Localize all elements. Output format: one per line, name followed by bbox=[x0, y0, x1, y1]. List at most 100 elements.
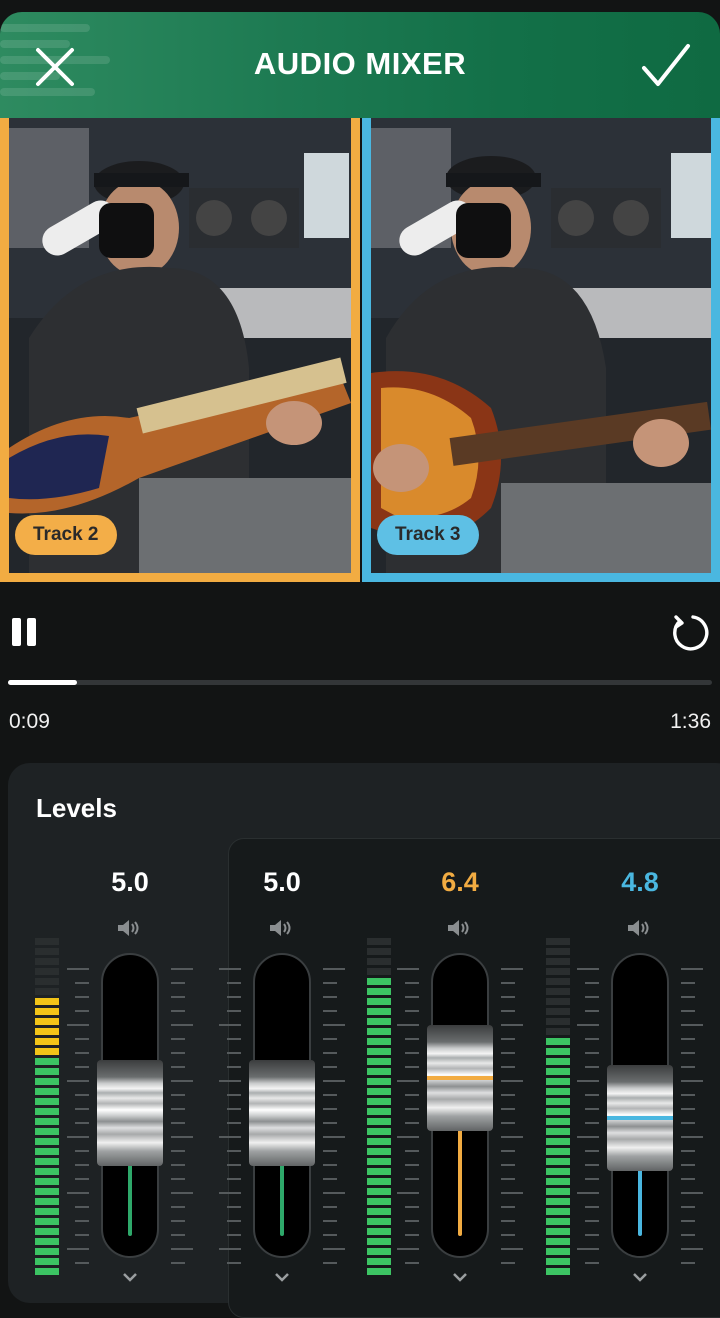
fader-tick bbox=[323, 1094, 337, 1096]
fader-tick bbox=[67, 1248, 89, 1250]
fader-tick bbox=[405, 1150, 419, 1152]
fader-tick bbox=[397, 1136, 419, 1138]
fader-tick bbox=[171, 1248, 193, 1250]
meter-segment bbox=[367, 968, 391, 975]
video-tile-track-2[interactable]: Track 2 bbox=[0, 118, 360, 582]
fader-tick bbox=[681, 1066, 695, 1068]
fader-tick bbox=[171, 1150, 185, 1152]
chevron-down-icon[interactable] bbox=[632, 1269, 648, 1282]
meter-segment bbox=[35, 1248, 59, 1255]
chevron-down-icon[interactable] bbox=[452, 1269, 468, 1282]
fader-tick bbox=[681, 1108, 695, 1110]
speaker-icon[interactable] bbox=[116, 918, 144, 938]
fader-tick bbox=[171, 1052, 185, 1054]
fader-tick bbox=[171, 1066, 185, 1068]
pause-button[interactable] bbox=[12, 618, 38, 648]
fader-tick bbox=[681, 1220, 695, 1222]
fader-tick bbox=[323, 1024, 345, 1026]
fader-tick bbox=[67, 1192, 89, 1194]
meter-segment bbox=[367, 938, 391, 945]
fader-knob[interactable] bbox=[97, 1060, 163, 1166]
speaker-icon[interactable] bbox=[268, 918, 296, 938]
fader-tick bbox=[501, 1024, 523, 1026]
fader-tick bbox=[585, 1010, 599, 1012]
track-label[interactable]: Track 2 bbox=[15, 515, 117, 555]
playback-scrubber[interactable] bbox=[8, 680, 712, 685]
meter-segment bbox=[35, 1258, 59, 1265]
fader-tick bbox=[171, 1262, 185, 1264]
fader-scale bbox=[65, 968, 89, 1268]
meter-segment bbox=[35, 1238, 59, 1245]
fader-tick bbox=[171, 1010, 185, 1012]
fader-tick bbox=[227, 1052, 241, 1054]
fader-tick bbox=[75, 1010, 89, 1012]
fader-tick bbox=[171, 996, 185, 998]
fader-tick bbox=[585, 1150, 599, 1152]
track-label[interactable]: Track 3 bbox=[377, 515, 479, 555]
fader-tick bbox=[681, 1094, 695, 1096]
fader-tick bbox=[501, 1094, 515, 1096]
meter-segment bbox=[546, 958, 570, 965]
video-tile-track-3[interactable]: Track 3 bbox=[362, 118, 720, 582]
meter-segment bbox=[35, 998, 59, 1005]
meter-segment bbox=[35, 1158, 59, 1165]
fader-tick bbox=[75, 996, 89, 998]
meter-segment bbox=[367, 1008, 391, 1015]
restart-button[interactable] bbox=[668, 612, 710, 654]
fader-tick bbox=[397, 1248, 419, 1250]
meter-segment bbox=[367, 1238, 391, 1245]
meter-segment bbox=[546, 1198, 570, 1205]
meter-segment bbox=[367, 988, 391, 995]
fader-knob[interactable] bbox=[427, 1025, 493, 1131]
fader-tick bbox=[681, 1038, 695, 1040]
meter-segment bbox=[367, 1128, 391, 1135]
confirm-button[interactable] bbox=[640, 42, 692, 92]
fader-tick bbox=[501, 1220, 515, 1222]
chevron-down-icon[interactable] bbox=[122, 1269, 138, 1282]
page-title: AUDIO MIXER bbox=[253, 46, 467, 81]
fader-tick bbox=[405, 1038, 419, 1040]
fader-tick bbox=[501, 1066, 515, 1068]
meter-segment bbox=[367, 1208, 391, 1215]
fader-tick bbox=[171, 1234, 185, 1236]
fader-tick bbox=[585, 1220, 599, 1222]
fader-tick bbox=[501, 1136, 523, 1138]
fader-tick bbox=[585, 1052, 599, 1054]
fader-tick bbox=[227, 1066, 241, 1068]
fader-knob[interactable] bbox=[249, 1060, 315, 1166]
fader-tick bbox=[227, 1108, 241, 1110]
channel-level-value: 4.8 bbox=[621, 867, 659, 897]
fader-tick bbox=[323, 996, 337, 998]
speaker-icon[interactable] bbox=[446, 918, 474, 938]
meter-segment bbox=[367, 1068, 391, 1075]
fader-tick bbox=[501, 1206, 515, 1208]
fader-tick bbox=[227, 982, 241, 984]
fader-tick bbox=[405, 1164, 419, 1166]
meter-segment bbox=[367, 978, 391, 985]
total-time: 1:36 bbox=[670, 710, 711, 733]
fader-tick bbox=[681, 1136, 703, 1138]
video-grid: Track 2 Track 3 bbox=[0, 118, 720, 582]
fader-tick bbox=[585, 1122, 599, 1124]
fader-tick bbox=[405, 1262, 419, 1264]
channel-level-value: 6.4 bbox=[441, 867, 479, 897]
fader-tick bbox=[681, 1150, 695, 1152]
fader-tick bbox=[577, 1024, 599, 1026]
meter-segment bbox=[35, 1208, 59, 1215]
fader-tick bbox=[323, 1010, 337, 1012]
fader-tick bbox=[75, 1122, 89, 1124]
fader-tick bbox=[501, 1192, 523, 1194]
chevron-down-icon[interactable] bbox=[274, 1269, 290, 1282]
meter-segment bbox=[35, 1018, 59, 1025]
fader-scale bbox=[501, 968, 525, 1268]
fader-knob[interactable] bbox=[607, 1065, 673, 1171]
speaker-icon[interactable] bbox=[626, 918, 654, 938]
meter-segment bbox=[367, 1168, 391, 1175]
fader-tick bbox=[323, 1122, 337, 1124]
header-decoration bbox=[0, 24, 90, 32]
restart-icon bbox=[673, 615, 709, 651]
meter-segment bbox=[367, 1198, 391, 1205]
fader-tick bbox=[501, 1038, 515, 1040]
meter-segment bbox=[546, 1148, 570, 1155]
meter-segment bbox=[546, 1078, 570, 1085]
